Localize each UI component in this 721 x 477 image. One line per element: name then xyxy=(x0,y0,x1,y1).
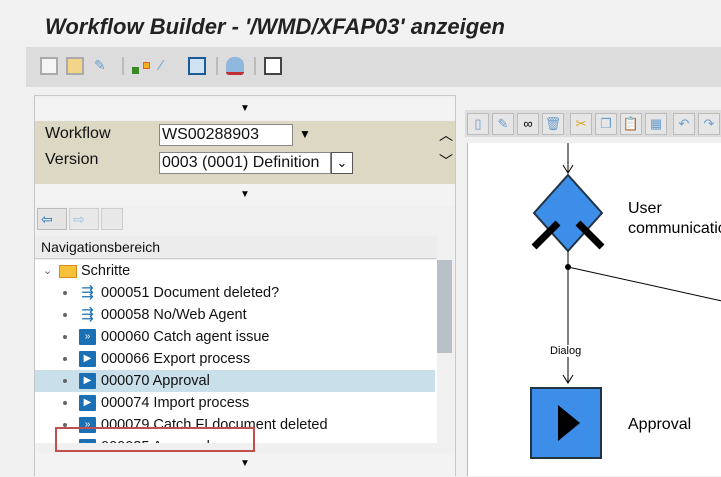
activity-icon: ▶ xyxy=(79,351,96,367)
bullet-icon xyxy=(63,291,67,295)
tree-item-label: 000066 Export process xyxy=(101,351,251,367)
root-label: Schritte xyxy=(81,263,131,279)
scroll-down-icon[interactable]: ﹀ xyxy=(439,151,453,171)
clamp-icon[interactable] xyxy=(188,57,206,75)
copy-icon[interactable] xyxy=(66,57,84,75)
workflow-label: Workflow xyxy=(45,125,111,142)
expand-icon[interactable]: ⌄ xyxy=(43,260,52,282)
overview-icon[interactable] xyxy=(101,208,123,230)
approval-node[interactable] xyxy=(530,387,602,459)
step-tree: ⌄ Schritte ⇶ 000051 Document deleted? ⇶ 000… xyxy=(35,260,437,443)
workflow-form: Workflow WS00288903 ▼ Version 0003 (0001… xyxy=(35,121,455,185)
graph-toolbar: ▯ ✎ ∞ 🗑 ✂ ❐ 📋 ▦ ↶ ↷ xyxy=(465,110,721,137)
bullet-icon xyxy=(63,379,67,383)
graph-panel: ▯ ✎ ∞ 🗑 ✂ ❐ 📋 ▦ ↶ ↷ User communication D… xyxy=(465,95,721,476)
node-label: User communication xyxy=(628,200,721,237)
wizard-icon[interactable]: ⁄ xyxy=(160,57,178,75)
page-title: Workflow Builder - '/WMD/XFAP03' anzeige… xyxy=(45,14,505,39)
version-label: Version xyxy=(45,151,99,168)
tree-item-label: 000070 Approval xyxy=(101,373,210,389)
bullet-icon xyxy=(63,335,67,339)
nav-toolbar: ⇦ ⇨ xyxy=(35,206,455,232)
new-icon[interactable]: ▯ xyxy=(467,113,489,135)
collapse-arrow-icon[interactable]: ▼ xyxy=(35,453,455,477)
dropdown-icon[interactable]: ▼ xyxy=(299,127,311,141)
event-icon: » xyxy=(79,329,96,345)
tree-item-label: 000058 No/Web Agent xyxy=(101,307,247,323)
insert-icon[interactable]: ▦ xyxy=(645,113,667,135)
activity-icon: ▶ xyxy=(79,373,96,389)
back-icon[interactable]: ⇦ xyxy=(37,208,67,230)
tree-item-label: 000074 Import process xyxy=(101,395,250,411)
tree-item[interactable]: ⇶ 000051 Document deleted? xyxy=(35,282,435,304)
main-toolbar: ✎ ⁄ xyxy=(26,47,721,87)
delete-icon[interactable]: 🗑 xyxy=(542,113,564,135)
bullet-icon xyxy=(63,313,67,317)
edge-label: Dialog xyxy=(550,345,582,357)
undo-icon[interactable]: ↶ xyxy=(673,113,695,135)
bullet-icon xyxy=(63,401,67,405)
tree-item-label: 000060 Catch agent issue xyxy=(101,329,270,345)
edit-icon[interactable]: ✎ xyxy=(492,113,514,135)
condition-icon: ⇶ xyxy=(81,284,94,301)
forward-icon[interactable]: ⇨ xyxy=(69,208,99,230)
tree-item[interactable]: ⇶ 000058 No/Web Agent xyxy=(35,304,435,326)
redo-icon[interactable]: ↷ xyxy=(698,113,720,135)
new-icon[interactable] xyxy=(40,57,58,75)
scrollbar-thumb[interactable] xyxy=(437,260,452,353)
condition-icon: ⇶ xyxy=(81,306,94,323)
nav-header: Navigationsbereich xyxy=(35,236,437,259)
collapse-arrow-icon[interactable]: ▼ xyxy=(35,184,455,206)
folder-icon xyxy=(59,265,77,278)
tree-item[interactable]: ▶ 000074 Import process xyxy=(35,392,435,414)
tree-item-label: 000051 Document deleted? xyxy=(101,285,280,301)
find-icon[interactable]: ✎ xyxy=(94,57,112,75)
edge-line xyxy=(567,266,721,302)
workflow-canvas: User communication Dialog Approval xyxy=(467,143,721,476)
version-select[interactable]: 0003 (0001) Definition xyxy=(159,152,331,174)
layout-icon[interactable] xyxy=(264,57,282,75)
tree-root[interactable]: ⌄ Schritte xyxy=(35,260,435,282)
cut-icon[interactable]: ✂ xyxy=(570,113,592,135)
node-label: Approval xyxy=(628,416,692,433)
selection-highlight-box xyxy=(55,427,255,452)
collapse-arrow-icon[interactable]: ▼ xyxy=(35,98,455,120)
copy-icon[interactable]: ❐ xyxy=(595,113,617,135)
tree-item[interactable]: ▶ 000070 Approval xyxy=(35,370,435,392)
scroll-up-icon[interactable]: ︿ xyxy=(439,125,453,145)
left-panel: ▼ Workflow WS00288903 ▼ Version 0003 (00… xyxy=(34,95,456,477)
tree-item[interactable]: ▶ 000066 Export process xyxy=(35,348,435,370)
paste-icon[interactable]: 📋 xyxy=(620,113,642,135)
glasses-icon[interactable]: ∞ xyxy=(517,113,539,135)
workflow-field[interactable]: WS00288903 xyxy=(159,124,293,146)
tree-item[interactable]: » 000060 Catch agent issue xyxy=(35,326,435,348)
binding-icon[interactable] xyxy=(132,57,150,75)
activity-icon: ▶ xyxy=(79,395,96,411)
chevron-down-icon[interactable]: ⌄ xyxy=(331,152,353,174)
user-communication-node[interactable] xyxy=(531,173,605,253)
bullet-icon xyxy=(63,357,67,361)
hat-icon[interactable] xyxy=(226,57,244,75)
